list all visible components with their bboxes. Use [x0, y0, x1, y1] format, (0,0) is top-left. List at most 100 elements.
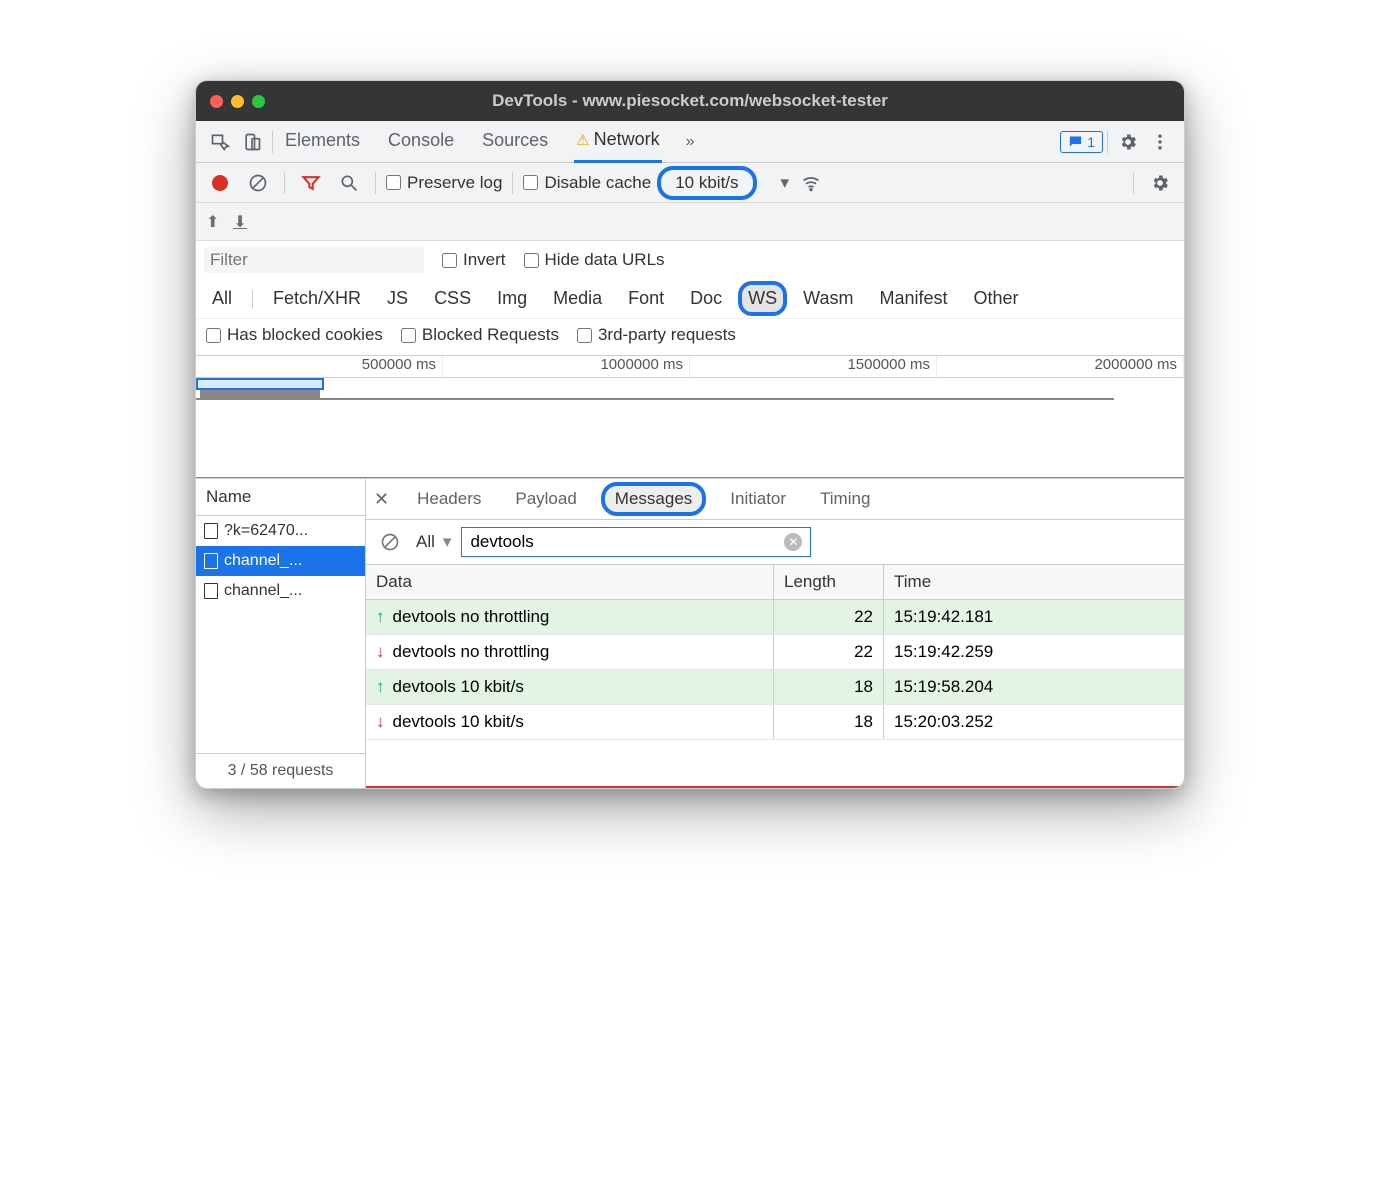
extra-filters: Has blocked cookies Blocked Requests 3rd…: [196, 319, 1184, 356]
more-tabs-chevron-icon[interactable]: »: [686, 133, 695, 151]
detail-tab-messages[interactable]: Messages: [605, 486, 702, 512]
type-filter-manifest[interactable]: Manifest: [874, 285, 954, 312]
blocked-cookies-checkbox[interactable]: Has blocked cookies: [206, 325, 383, 345]
name-rows: ?k=62470... channel_... channel_...: [196, 516, 365, 753]
message-length: 22: [774, 635, 884, 669]
direction-arrow-icon: ↑: [376, 607, 385, 627]
clear-search-icon[interactable]: ✕: [784, 533, 802, 551]
message-length: 18: [774, 670, 884, 704]
timeline-selection[interactable]: [196, 378, 324, 390]
message-row[interactable]: ↓devtools no throttling2215:19:42.259: [366, 635, 1184, 670]
type-filter-fetch[interactable]: Fetch/XHR: [267, 285, 367, 312]
third-party-checkbox[interactable]: 3rd-party requests: [577, 325, 736, 345]
separator: [272, 131, 273, 153]
message-time: 15:19:42.181: [884, 600, 1184, 634]
kebab-menu-icon[interactable]: [1144, 126, 1176, 158]
direction-arrow-icon: ↓: [376, 642, 385, 662]
messages-table: Data Length Time ↑devtools no throttling…: [366, 565, 1184, 788]
type-filter-ws[interactable]: WS: [742, 285, 783, 312]
main-split: Name ?k=62470... channel_... channel_...…: [196, 478, 1184, 788]
filter-input[interactable]: [204, 247, 424, 273]
type-filter-img[interactable]: Img: [491, 285, 533, 312]
type-filter-doc[interactable]: Doc: [684, 285, 728, 312]
timeline-activity-bar: [200, 390, 320, 398]
separator: [1133, 172, 1134, 194]
inspect-icon[interactable]: [204, 126, 236, 158]
close-detail-icon[interactable]: ✕: [374, 489, 389, 510]
top-toolbar: Elements Console Sources Network » 1: [196, 121, 1184, 163]
type-filter-font[interactable]: Font: [622, 285, 670, 312]
message-length: 22: [774, 600, 884, 634]
col-length-header[interactable]: Length: [774, 565, 884, 599]
message-time: 15:19:58.204: [884, 670, 1184, 704]
messages-filter-bar: All ▾ ✕: [366, 520, 1184, 565]
detail-tab-timing[interactable]: Timing: [814, 485, 876, 513]
type-filter-other[interactable]: Other: [968, 285, 1025, 312]
device-toggle-icon[interactable]: [236, 126, 268, 158]
clear-icon[interactable]: [242, 167, 274, 199]
export-har-icon[interactable]: ⬇: [233, 212, 246, 232]
type-filter-all[interactable]: All: [206, 285, 238, 312]
timeline-label: 2000000 ms: [937, 356, 1184, 377]
import-export-bar: ⬆ ⬇: [196, 203, 1184, 241]
type-filters: All Fetch/XHR JS CSS Img Media Font Doc …: [196, 279, 1184, 319]
zoom-window-button[interactable]: [252, 95, 265, 108]
filter-funnel-icon[interactable]: [295, 167, 327, 199]
col-data-header[interactable]: Data: [366, 565, 774, 599]
issues-badge[interactable]: 1: [1060, 131, 1103, 153]
messages-search-input[interactable]: ✕: [461, 527, 811, 557]
wifi-icon[interactable]: [795, 167, 827, 199]
name-column-header[interactable]: Name: [196, 478, 365, 516]
separator: [375, 172, 376, 194]
timeline-label: 1500000 ms: [690, 356, 937, 377]
throttle-dropdown[interactable]: 10 kbit/s: [657, 166, 756, 200]
tab-sources[interactable]: Sources: [480, 122, 550, 161]
close-window-button[interactable]: [210, 95, 223, 108]
type-filter-media[interactable]: Media: [547, 285, 608, 312]
tab-elements[interactable]: Elements: [283, 122, 362, 161]
file-icon: [204, 523, 218, 539]
throttle-caret-icon[interactable]: ▾: [781, 173, 790, 193]
message-row[interactable]: ↓devtools 10 kbit/s1815:20:03.252: [366, 705, 1184, 740]
settings-gear-icon[interactable]: [1112, 126, 1144, 158]
titlebar: DevTools - www.piesocket.com/websocket-t…: [196, 81, 1184, 121]
separator: [284, 172, 285, 194]
tab-network[interactable]: Network: [574, 121, 661, 163]
devtools-window: DevTools - www.piesocket.com/websocket-t…: [195, 80, 1185, 789]
clear-messages-icon[interactable]: [374, 526, 406, 558]
type-filter-css[interactable]: CSS: [428, 285, 477, 312]
hide-data-urls-checkbox[interactable]: Hide data URLs: [524, 250, 665, 270]
blocked-requests-checkbox[interactable]: Blocked Requests: [401, 325, 559, 345]
message-row[interactable]: ↑devtools 10 kbit/s1815:19:58.204: [366, 670, 1184, 705]
disable-cache-checkbox[interactable]: Disable cache: [523, 173, 651, 193]
col-time-header[interactable]: Time: [884, 565, 1184, 599]
timeline-labels: 500000 ms 1000000 ms 1500000 ms 2000000 …: [196, 356, 1184, 378]
minimize-window-button[interactable]: [231, 95, 244, 108]
request-row[interactable]: channel_...: [196, 546, 365, 576]
timeline-overview[interactable]: 500000 ms 1000000 ms 1500000 ms 2000000 …: [196, 356, 1184, 478]
message-row[interactable]: ↑devtools no throttling2215:19:42.181: [366, 600, 1184, 635]
detail-tab-initiator[interactable]: Initiator: [724, 485, 792, 513]
request-row[interactable]: channel_...: [196, 576, 365, 606]
detail-tab-headers[interactable]: Headers: [411, 485, 487, 513]
message-length: 18: [774, 705, 884, 739]
invert-checkbox[interactable]: Invert: [442, 250, 506, 270]
import-har-icon[interactable]: ⬆: [206, 212, 219, 232]
detail-tab-payload[interactable]: Payload: [509, 485, 582, 513]
messages-type-dropdown[interactable]: All ▾: [416, 532, 451, 552]
timeline-body[interactable]: [196, 378, 1184, 478]
search-icon[interactable]: [333, 167, 365, 199]
type-filter-js[interactable]: JS: [381, 285, 414, 312]
record-button[interactable]: [204, 167, 236, 199]
type-filter-wasm[interactable]: Wasm: [797, 285, 859, 312]
network-settings-gear-icon[interactable]: [1144, 167, 1176, 199]
tab-console[interactable]: Console: [386, 122, 456, 161]
request-row[interactable]: ?k=62470...: [196, 516, 365, 546]
timeline-label: 1000000 ms: [443, 356, 690, 377]
preserve-log-checkbox[interactable]: Preserve log: [386, 173, 502, 193]
timeline-baseline: [196, 398, 1114, 400]
file-icon: [204, 583, 218, 599]
traffic-lights: [210, 95, 265, 108]
separator: [1107, 131, 1108, 153]
messages-search-field[interactable]: [470, 532, 784, 552]
